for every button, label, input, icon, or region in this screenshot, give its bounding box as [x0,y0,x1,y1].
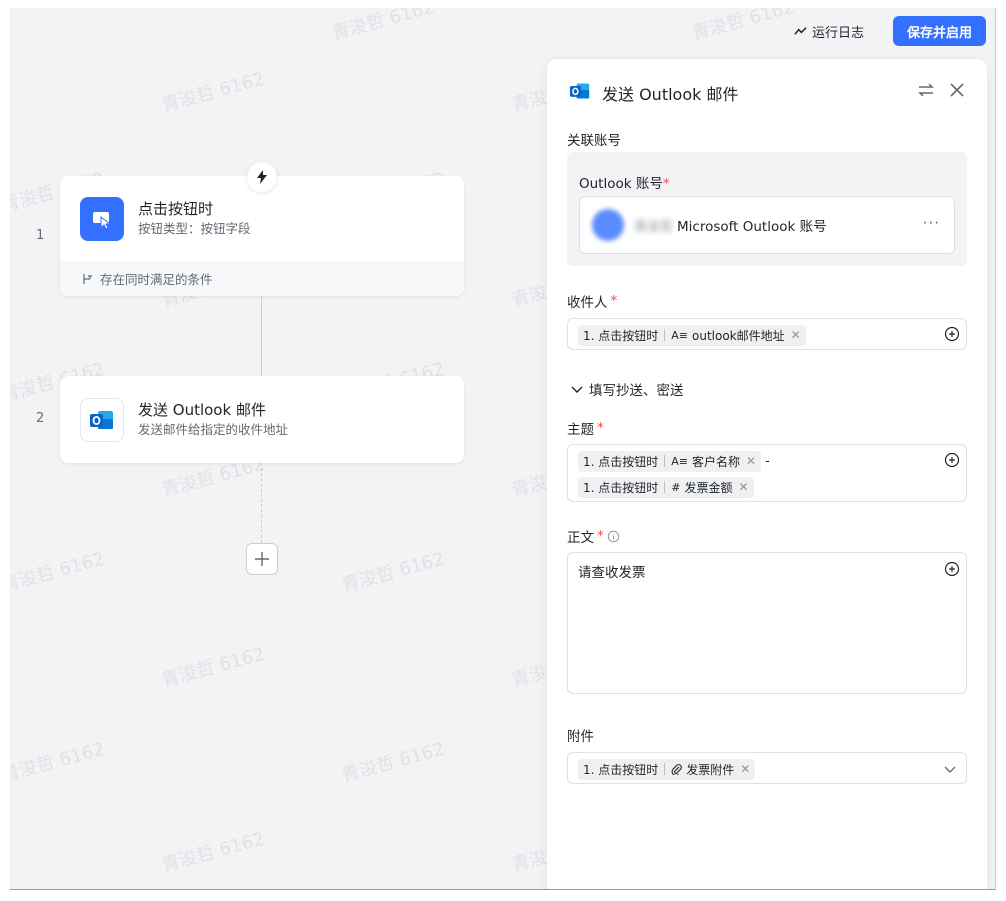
outlook-icon [569,81,591,105]
watermark: 青浚哲 6162 [159,643,267,692]
subject-chip[interactable]: 1. 点击按钮时 # 发票金额 ✕ [578,476,754,498]
add-variable-icon[interactable] [944,452,960,468]
body-label: 正文 * [567,526,620,546]
attachment-chip[interactable]: 1. 点击按钮时 发票附件 ✕ [578,758,756,780]
action-card[interactable]: 发送 Outlook 邮件 发送邮件给指定的收件地址 [60,376,464,463]
chevron-down-icon[interactable] [944,763,956,775]
recipient-chip[interactable]: 1. 点击按钮时 A≡ outlook邮件地址 ✕ [578,324,806,346]
outlook-account-label: Outlook 账号* [579,176,670,192]
run-log-button[interactable]: 运行日志 [794,20,864,42]
watermark: 青浚哲 6162 [329,8,437,45]
action-title: 发送 Outlook 邮件 [138,401,266,419]
body-textarea[interactable]: 请查收发票 [567,552,967,694]
text-field-icon: A≡ [671,454,689,468]
condition-branch[interactable]: 存在同时满足的条件 [60,261,464,296]
number-field-icon: # [671,480,681,494]
linked-account-label: 关联账号 [567,133,621,149]
trigger-card[interactable]: 点击按钮时 按钮类型：按钮字段 存在同时满足的条件 [60,176,464,296]
subject-label: 主题 * [567,420,604,438]
watermark: 青浚哲 6162 [159,828,267,877]
text-field-icon: A≡ [671,328,689,342]
account-owner-blurred: 青浚哲 [634,219,674,235]
add-variable-icon[interactable] [944,326,960,342]
branch-icon [83,273,92,284]
subject-separator: - [765,453,770,469]
watermark: 青浚哲 6162 [689,8,797,45]
info-icon[interactable] [607,530,620,543]
chevron-down-icon [571,386,583,393]
add-variable-icon[interactable] [944,561,960,577]
subject-chip[interactable]: 1. 点击按钮时 A≡ 客户名称 ✕ [578,450,762,472]
swap-icon[interactable] [917,81,935,99]
cc-bcc-toggle[interactable]: 填写抄送、密送 [571,379,684,399]
close-icon[interactable] [949,82,965,98]
outlook-icon [80,397,124,442]
connector-line [261,296,262,376]
remove-chip-icon[interactable]: ✕ [791,328,801,342]
trigger-subtitle: 按钮类型：按钮字段 [138,221,251,236]
account-select[interactable]: 青浚哲 Microsoft Outlook 账号 ··· [579,196,955,254]
panel-title: 发送 Outlook 邮件 [602,85,739,104]
trend-icon [794,26,807,35]
paperclip-icon [671,764,683,775]
condition-label: 存在同时满足的条件 [100,272,213,287]
watermark: 青浚哲 6162 [10,738,107,787]
watermark: 青浚哲 6162 [339,548,447,597]
action-subtitle: 发送邮件给指定的收件地址 [138,422,289,437]
remove-chip-icon[interactable]: ✕ [740,762,750,776]
button-click-icon [80,196,124,241]
add-step-button[interactable] [246,543,278,575]
run-log-label: 运行日志 [812,25,865,41]
recipient-label: 收件人 * [567,293,618,311]
trigger-title: 点击按钮时 [138,200,214,218]
body-text: 请查收发票 [578,565,646,581]
watermark: 青浚哲 6162 [339,738,447,787]
recipient-input[interactable]: 1. 点击按钮时 A≡ outlook邮件地址 ✕ [567,318,967,350]
connector-dashed-line [261,463,262,543]
config-panel: 发送 Outlook 邮件 关联账号 Outlook 账号* 青浚哲 Micro… [547,59,987,889]
avatar [592,209,624,241]
attachment-label: 附件 [567,729,594,745]
watermark: 青浚哲 6162 [159,68,267,117]
plus-icon [255,552,269,566]
trigger-bolt-icon [247,162,277,192]
subject-input[interactable]: 1. 点击按钮时 A≡ 客户名称 ✕ - 1. 点击按钮时 # 发票金额 ✕ [567,444,967,502]
watermark: 青浚哲 6162 [10,548,107,597]
save-and-enable-button[interactable]: 保存并启用 [893,16,986,46]
attachment-select[interactable]: 1. 点击按钮时 发票附件 ✕ [567,752,967,784]
step-number: 1 [36,228,45,243]
step-number: 2 [36,411,45,426]
account-name: Microsoft Outlook 账号 [677,219,827,235]
account-section: Outlook 账号* 青浚哲 Microsoft Outlook 账号 ··· [567,152,967,266]
remove-chip-icon[interactable]: ✕ [739,480,749,494]
more-options-icon[interactable]: ··· [923,214,940,232]
app-frame: 青浚哲 6162 青浚哲 6162 青浚哲 6162 青浚哲 6162 青浚哲 … [10,8,996,890]
remove-chip-icon[interactable]: ✕ [746,454,756,468]
